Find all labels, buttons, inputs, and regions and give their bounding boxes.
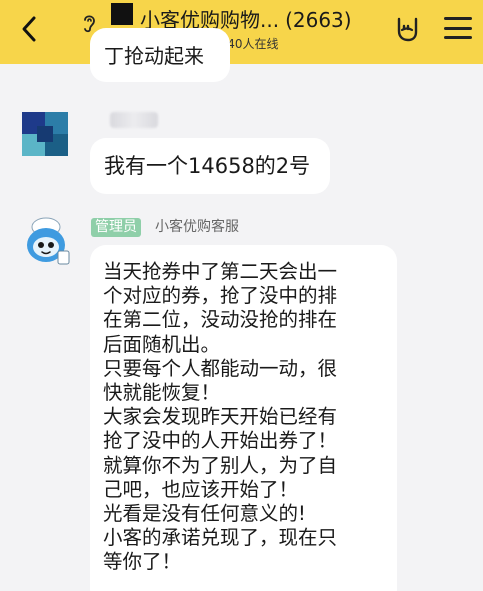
message-bubble[interactable]: 我有一个14658的2号 <box>90 138 330 194</box>
chevron-left-icon <box>22 16 36 42</box>
back-button[interactable] <box>12 12 46 46</box>
menu-button[interactable] <box>444 14 472 42</box>
message-line: 就算你不为了别人，为了自 <box>103 453 338 477</box>
rock-hand-icon[interactable] <box>393 15 421 43</box>
robot-mascot-icon <box>27 217 70 265</box>
message-line: 光看是没有任何意义的! <box>103 502 306 526</box>
message-line: 当天抢券中了第二天会出一 <box>103 260 338 283</box>
menu-line <box>444 17 472 20</box>
menu-line <box>444 36 472 39</box>
avatar-image <box>22 112 68 156</box>
message-bubble[interactable]: 当天抢券中了第二天会出一 个对应的券，抢了没中的排 在第二位，没动没抢的排在 后… <box>90 245 397 591</box>
avatar[interactable] <box>18 213 74 269</box>
message-line: 个对应的券，抢了没中的排 <box>103 284 338 308</box>
message-line: 在第二位，没动没抢的排在 <box>103 308 338 332</box>
message-bubble-previous: 丁抢动起来 <box>90 28 230 82</box>
message-text: 我有一个14658的2号 <box>104 154 311 178</box>
message-line: 只要每个人都能动一动，很 <box>103 356 338 380</box>
message-line: 己吧，也应该开始了！ <box>103 477 299 501</box>
chat-header: 小客优购购物... (2663) 2240人在线 <box>0 0 483 64</box>
message-line: 小客的承诺兑现了，现在只 <box>103 526 338 550</box>
chat-screen: 小客优购购物... (2663) 2240人在线 丁抢动起来 我有一个14658… <box>0 0 483 591</box>
message-line: 等你了！ <box>103 550 182 574</box>
sender-name-blurred <box>110 112 158 128</box>
avatar[interactable] <box>22 112 68 156</box>
admin-badge: 管理员 <box>91 218 141 237</box>
message-line: 后面随机出。 <box>103 332 221 356</box>
message-text: 丁抢动起来 <box>104 44 204 68</box>
message-line: 抢了没中的人开始出券了！ <box>103 429 338 453</box>
menu-line <box>444 26 472 30</box>
group-avatar[interactable] <box>111 3 133 25</box>
sender-name[interactable]: 小客优购客服 <box>155 218 239 237</box>
message-line: 大家会发现昨天开始已经有 <box>103 405 338 429</box>
member-count: (2663) <box>285 8 352 32</box>
message-line: 快就能恢复！ <box>103 381 221 405</box>
